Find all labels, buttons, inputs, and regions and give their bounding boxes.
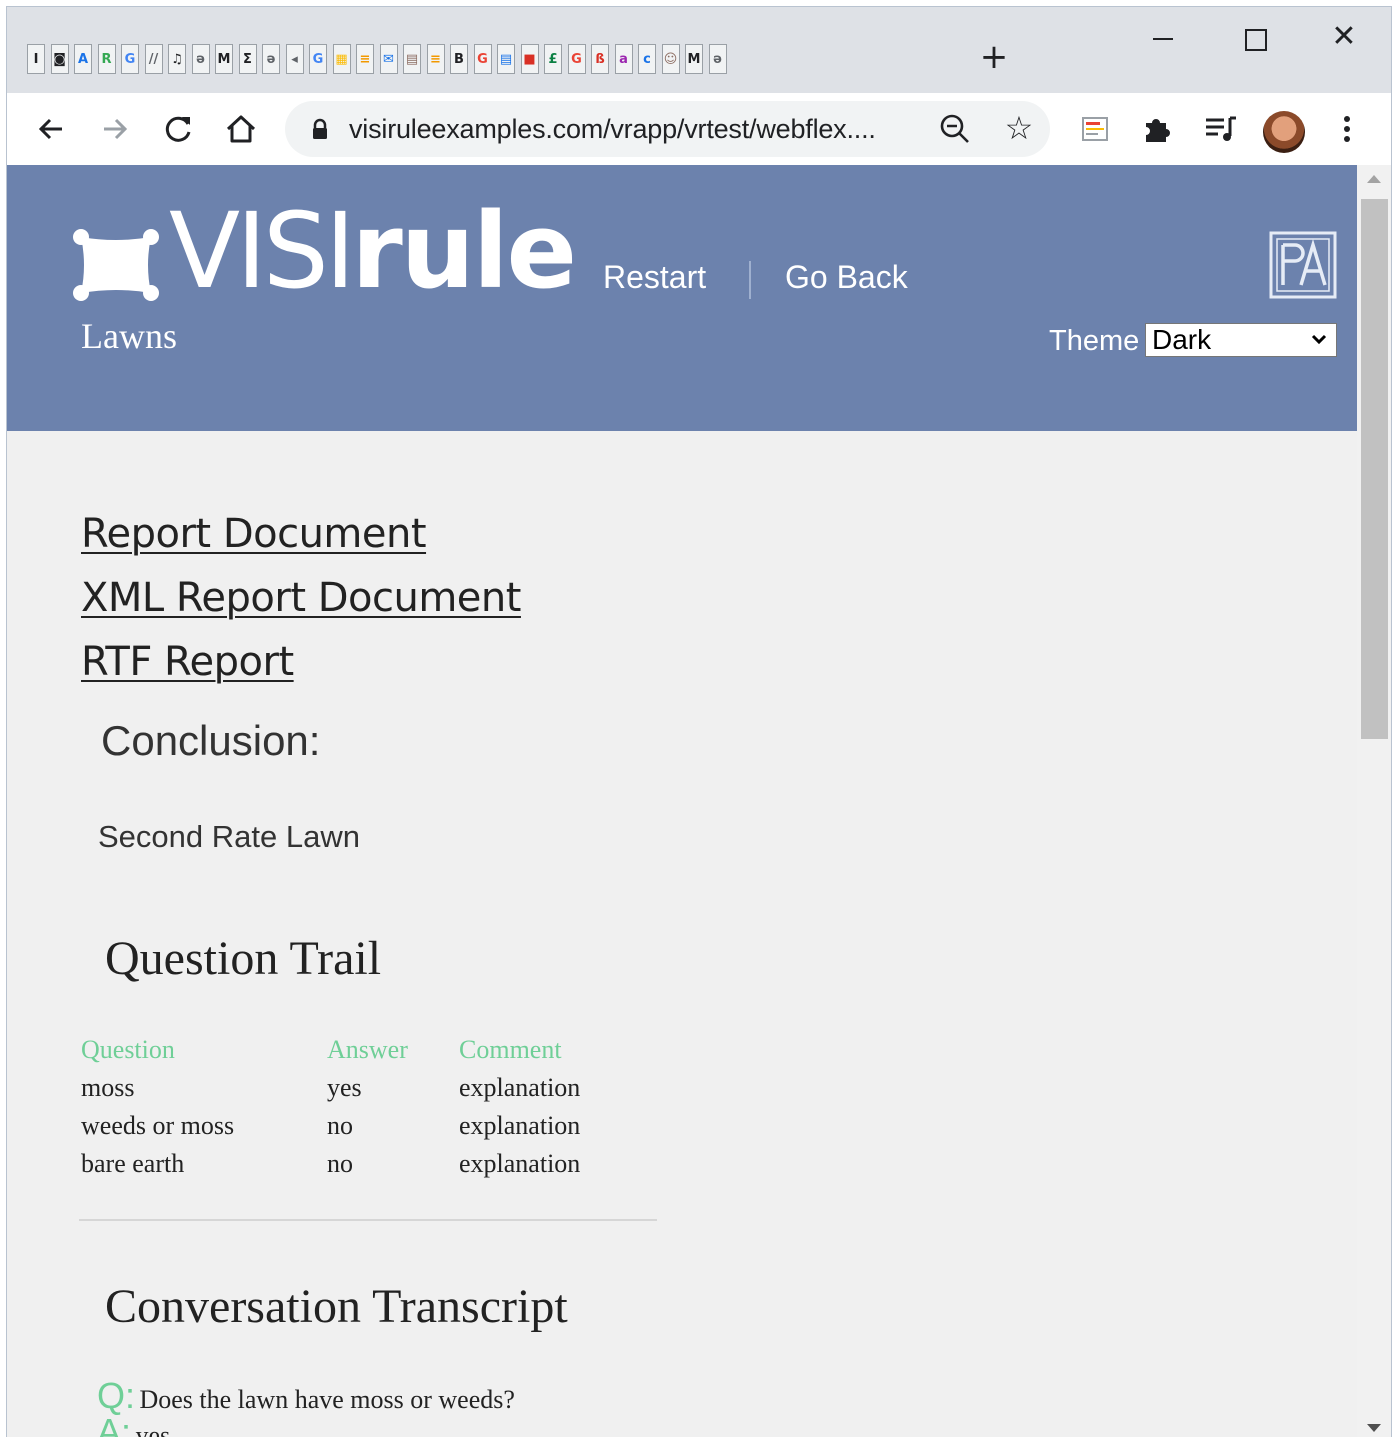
conclusion-value: Second Rate Lawn [98, 819, 360, 854]
browser-toolbar: visiruleexamples.com/vrapp/vrtest/webfle… [7, 93, 1391, 165]
table-row: weeds or moss no explanation [79, 1107, 657, 1145]
question-cell: bare earth [81, 1149, 185, 1178]
pinned-tab-favicon-icon[interactable]: G [121, 44, 139, 74]
pinned-tab-favicon-icon[interactable]: ≡ [426, 44, 445, 74]
pinned-tab-favicon-icon[interactable]: ✉ [379, 44, 398, 74]
answer-text: yes [135, 1421, 171, 1437]
arrow-left-icon[interactable] [29, 107, 73, 151]
home-icon[interactable] [219, 107, 263, 151]
question-cell: weeds or moss [81, 1111, 235, 1140]
pinned-tab-favicon-icon[interactable]: ▤ [403, 44, 421, 74]
pinned-tab-favicon-icon[interactable]: ☺ [661, 44, 680, 74]
lock-icon[interactable] [311, 118, 329, 140]
report-document-link[interactable]: Report Document [81, 511, 427, 557]
go-back-link[interactable]: Go Back [785, 259, 908, 296]
pinned-tab-favicon-icon[interactable]: A [74, 44, 92, 74]
theme-label: Theme [1049, 325, 1140, 357]
question-cell: moss [81, 1073, 135, 1102]
pinned-tabs: I ◙ A R G//♫ ə M Σə ◂ G ▦ ≡ ✉ ▤ ≡ B G ▤ ■ £ Gß a c ☺ Mə [27, 41, 732, 77]
rtf-report-link[interactable]: RTF Report [81, 639, 294, 685]
conversation-transcript-heading: Conversation Transcript [105, 1280, 568, 1333]
pinned-tab-favicon-icon[interactable]: £ [544, 44, 562, 74]
column-header-comment: Comment [459, 1035, 562, 1064]
extension-feed-icon[interactable] [1073, 107, 1117, 151]
visirule-logo-icon [73, 229, 159, 301]
pinned-tab-favicon-icon[interactable]: ə [262, 44, 280, 74]
answer-cell: no [327, 1111, 353, 1140]
arrow-right-icon[interactable] [93, 107, 137, 151]
media-queue-icon[interactable] [1199, 107, 1243, 151]
pinned-tab-favicon-icon[interactable]: ə [191, 44, 210, 74]
pinned-tab-favicon-icon[interactable]: I [27, 44, 45, 74]
zoom-icon[interactable] [933, 107, 977, 151]
pinned-tab-favicon-icon[interactable]: ■ [520, 44, 539, 74]
comment-cell: explanation [459, 1149, 581, 1178]
section-divider [79, 1219, 657, 1221]
page-viewport: VISIrule Lawns Restart Go Back Theme Dar… [7, 165, 1357, 1437]
column-header-answer: Answer [327, 1035, 408, 1064]
page-scrollbar[interactable] [1357, 165, 1391, 1437]
restart-link[interactable]: Restart [603, 259, 706, 296]
table-row: moss yes explanation [79, 1069, 657, 1107]
star-icon[interactable]: ☆ [997, 106, 1041, 150]
scroll-up-arrow-icon[interactable] [1367, 175, 1381, 183]
pinned-tab-favicon-icon[interactable]: ß [591, 44, 609, 74]
answer-marker: A: [97, 1411, 132, 1437]
visirule-logo-text: VISIrule [169, 190, 577, 312]
app-subtitle: Lawns [81, 316, 177, 356]
theme-select-value: Dark [1152, 324, 1212, 355]
pinned-tab-favicon-icon[interactable]: a [614, 44, 633, 74]
maximize-button[interactable] [1229, 17, 1279, 57]
new-tab-button[interactable]: + [975, 39, 1013, 77]
question-marker: Q: [97, 1375, 136, 1416]
pinned-tab-favicon-icon[interactable]: R [97, 44, 116, 74]
transcript-answer: A: yes [97, 1411, 170, 1437]
pinned-tab-favicon-icon[interactable]: M [685, 44, 703, 74]
pinned-tab-favicon-icon[interactable]: Σ [238, 44, 257, 74]
menu-dots-icon[interactable] [1325, 107, 1369, 151]
scroll-down-arrow-icon[interactable] [1367, 1424, 1381, 1432]
pinned-tab-favicon-icon[interactable]: G [473, 44, 492, 74]
pinned-tab-favicon-icon[interactable]: G [309, 44, 327, 74]
pinned-tab-favicon-icon[interactable]: G [567, 44, 586, 74]
column-header-question: Question [81, 1035, 175, 1064]
table-row: bare earth no explanation [79, 1145, 657, 1183]
url-text[interactable]: visiruleexamples.com/vrapp/vrtest/webfle… [349, 114, 876, 145]
pinned-tab-favicon-icon[interactable]: ♫ [168, 44, 186, 74]
puzzle-icon[interactable] [1135, 107, 1179, 151]
table-header-row: Question Answer Comment [79, 1031, 657, 1069]
app-header: VISIrule Lawns Restart Go Back Theme Dar… [7, 165, 1357, 431]
answer-cell: no [327, 1149, 353, 1178]
conclusion-heading: Conclusion: [101, 717, 321, 764]
pinned-tab-favicon-icon[interactable]: M [215, 44, 233, 74]
pinned-tab-favicon-icon[interactable]: ə [708, 44, 727, 74]
question-text: Does the lawn have moss or weeds? [139, 1385, 515, 1414]
close-window-button[interactable]: ✕ [1319, 17, 1369, 57]
tab-strip: I ◙ A R G//♫ ə M Σə ◂ G ▦ ≡ ✉ ▤ ≡ B G ▤ ■ £ Gß a c ☺ Mə + ✕ [7, 7, 1391, 93]
browser-window: I ◙ A R G//♫ ə M Σə ◂ G ▦ ≡ ✉ ▤ ≡ B G ▤ ■ £ Gß a c ☺ Mə + ✕ visi… [6, 6, 1392, 1437]
theme-select[interactable]: Dark [1145, 323, 1337, 357]
address-bar[interactable]: visiruleexamples.com/vrapp/vrtest/webfle… [285, 101, 1050, 157]
pinned-tab-favicon-icon[interactable]: c [638, 44, 656, 74]
chevron-down-icon [1311, 334, 1327, 345]
pinned-tab-favicon-icon[interactable]: B [450, 44, 468, 74]
scrollbar-thumb[interactable] [1361, 199, 1388, 739]
pinned-tab-favicon-icon[interactable]: // [144, 44, 163, 74]
nav-divider [749, 261, 751, 299]
comment-cell: explanation [459, 1073, 581, 1102]
pinned-tab-favicon-icon[interactable]: ▤ [497, 44, 515, 74]
pinned-tab-favicon-icon[interactable]: ◂ [285, 44, 304, 74]
question-trail-table: Question Answer Comment moss yes explana… [79, 1031, 657, 1183]
lpa-logo-icon [1269, 231, 1337, 299]
answer-cell: yes [327, 1073, 362, 1102]
xml-report-document-link[interactable]: XML Report Document [81, 575, 521, 621]
pinned-tab-favicon-icon[interactable]: ◙ [50, 44, 69, 74]
pinned-tab-favicon-icon[interactable]: ▦ [332, 44, 351, 74]
minimize-button[interactable] [1139, 17, 1189, 57]
profile-avatar[interactable] [1263, 111, 1305, 153]
question-trail-heading: Question Trail [105, 932, 382, 985]
comment-cell: explanation [459, 1111, 581, 1140]
reload-icon[interactable] [157, 107, 201, 151]
pinned-tab-favicon-icon[interactable]: ≡ [356, 44, 374, 74]
